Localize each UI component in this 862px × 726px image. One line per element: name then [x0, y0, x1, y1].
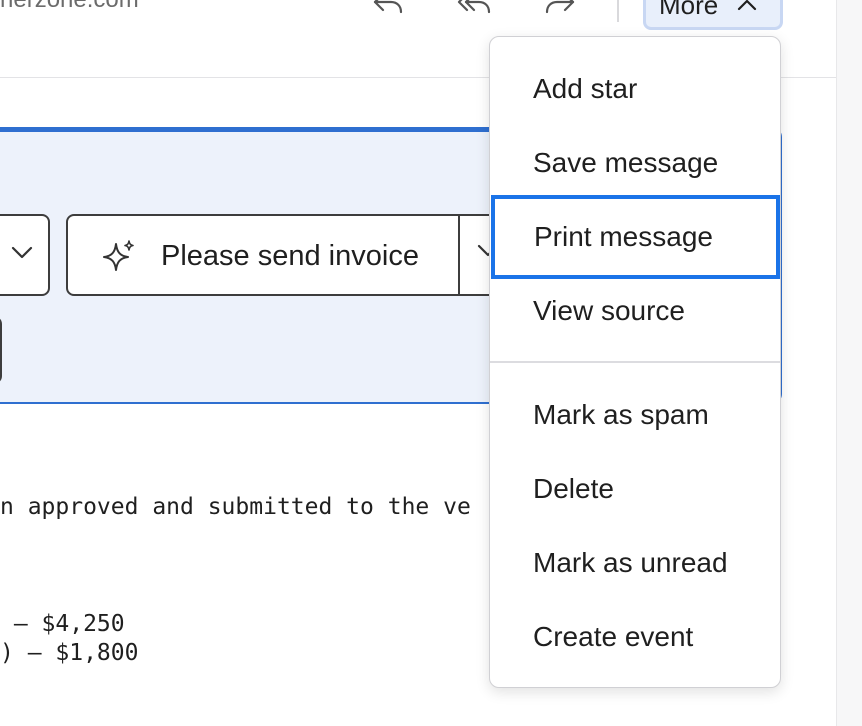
forward-button[interactable] — [540, 0, 580, 22]
chevron-up-icon — [736, 0, 758, 12]
menu-item-save-message[interactable]: Save message — [490, 126, 780, 200]
suggestion-pill-please-send-invoice[interactable]: Please send invoice — [66, 214, 506, 296]
chevron-down-icon[interactable] — [10, 244, 34, 265]
menu-item-view-source[interactable]: View source — [490, 274, 780, 348]
reply-icon — [373, 0, 403, 14]
menu-item-create-event[interactable]: Create event — [490, 600, 780, 674]
menu-item-mark-as-unread[interactable]: Mark as unread — [490, 526, 780, 600]
menu-item-add-star[interactable]: Add star — [490, 52, 780, 126]
menu-divider — [490, 361, 780, 363]
forward-icon — [545, 0, 575, 14]
message-body-line: ) — $1,800 — [0, 640, 139, 666]
suggestion-pill-previous[interactable] — [0, 214, 50, 296]
message-body-line: n approved and submitted to the ve — [0, 494, 471, 520]
more-button[interactable]: More — [643, 0, 783, 30]
more-actions-menu: Add star Save message Print message View… — [489, 36, 781, 688]
menu-item-delete[interactable]: Delete — [490, 452, 780, 526]
sparkle-icon — [100, 238, 138, 281]
reply-button[interactable] — [368, 0, 408, 22]
reply-all-icon — [457, 0, 491, 14]
suggestion-pill-second-row[interactable] — [0, 316, 2, 384]
reply-all-button[interactable] — [454, 0, 494, 22]
suggestion-label: Please send invoice — [161, 240, 419, 272]
menu-item-print-message[interactable]: Print message — [491, 195, 780, 279]
split-divider — [458, 216, 460, 294]
message-body-line: — $4,250 — [0, 611, 125, 637]
toolbar-divider — [617, 0, 619, 22]
menu-item-mark-as-spam[interactable]: Mark as spam — [490, 378, 780, 452]
scrollbar-track[interactable] — [836, 0, 862, 726]
more-button-label: More — [659, 0, 719, 20]
sender-address: nerzone.com — [0, 0, 139, 14]
